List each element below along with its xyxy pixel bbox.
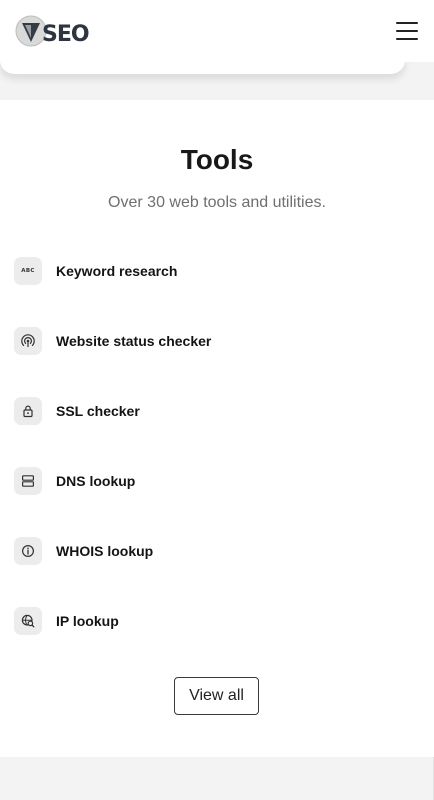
tool-label: WHOIS lookup (56, 543, 154, 559)
tool-label: IP lookup (56, 613, 119, 629)
tool-label: SSL checker (56, 403, 140, 419)
abc-icon: ABC (14, 257, 42, 285)
tool-item-ip-lookup[interactable]: IP lookup (14, 607, 119, 635)
top-navigation-bar: SEO (0, 0, 434, 62)
logo-wordmark: SEO (42, 21, 90, 47)
server-icon (14, 467, 42, 495)
tool-item-dns-lookup[interactable]: DNS lookup (14, 467, 135, 495)
tool-item-whois-lookup[interactable]: WHOIS lookup (14, 537, 153, 565)
section-title: Tools (180, 144, 254, 175)
lock-icon (14, 397, 42, 425)
signal-icon (14, 327, 42, 355)
section-subtitle: Over 30 web tools and utilities. (108, 194, 326, 211)
tool-item-ssl-checker[interactable]: SSL checker (14, 397, 140, 425)
tool-label: Keyword research (56, 263, 178, 279)
tool-item-website-status-checker[interactable]: Website status checker (14, 327, 211, 355)
header-strip (0, 52, 434, 100)
tool-item-keyword-research[interactable]: ABC Keyword research (14, 257, 177, 285)
hamburger-menu-icon[interactable] (396, 22, 418, 40)
tool-label: DNS lookup (56, 473, 136, 489)
info-icon (14, 537, 42, 565)
site-logo[interactable]: SEO (14, 11, 90, 51)
tool-label: Website status checker (56, 333, 212, 349)
tools-section: Tools Over 30 web tools and utilities. A… (0, 100, 434, 757)
globe-search-icon (14, 607, 42, 635)
view-all-button[interactable]: View all (174, 677, 259, 715)
